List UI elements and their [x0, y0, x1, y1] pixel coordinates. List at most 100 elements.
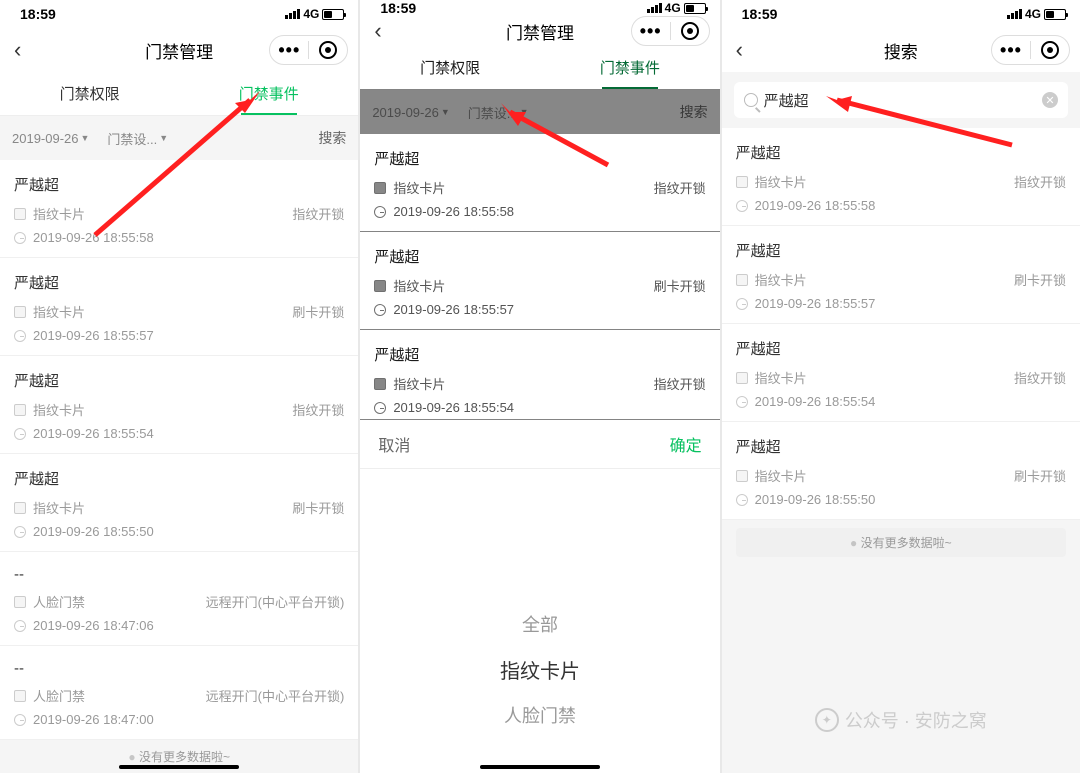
- picker-option-card[interactable]: 指纹卡片: [500, 655, 580, 684]
- event-item[interactable]: 严越超 指纹卡片 刷卡开锁 2019-09-26 18:55:50: [722, 422, 1080, 520]
- picker-sheet: 取消 确定 全部 指纹卡片 人脸门禁: [360, 420, 719, 773]
- picker-wheel[interactable]: 全部 指纹卡片 人脸门禁: [360, 559, 719, 773]
- event-time: 2019-09-26 18:55:54: [393, 400, 514, 415]
- event-method: 指纹开锁: [1014, 172, 1066, 191]
- event-time: 2019-09-26 18:55:57: [33, 328, 154, 343]
- back-button[interactable]: ‹: [10, 37, 25, 63]
- event-list[interactable]: 严越超 指纹卡片 指纹开锁 2019-09-26 18:55:58 严越超 指纹…: [0, 160, 358, 740]
- event-item[interactable]: 严越超 指纹卡片 指纹开锁 2019-09-26 18:55:54: [360, 330, 719, 420]
- picker-option-face[interactable]: 人脸门禁: [504, 702, 576, 728]
- clock-icon: [374, 304, 386, 316]
- event-item[interactable]: 严越超 指纹卡片 刷卡开锁 2019-09-26 18:55:50: [0, 454, 358, 552]
- event-method: 远程开门(中心平台开锁): [206, 592, 345, 611]
- screen-3: 18:59 4G ‹ 搜索 ••• 严越超 ✕ 严越超 指纹卡片: [722, 0, 1080, 773]
- battery-icon: [684, 3, 706, 14]
- clock-icon: [374, 206, 386, 218]
- wechat-icon: ✦: [815, 708, 839, 732]
- filter-device[interactable]: 门禁设...▼: [107, 129, 168, 148]
- event-item[interactable]: 严越超 指纹卡片 刷卡开锁 2019-09-26 18:55:57: [360, 232, 719, 330]
- event-type: 指纹卡片: [33, 302, 85, 321]
- event-time: 2019-09-26 18:55:50: [755, 492, 876, 507]
- filter-search-button[interactable]: 搜索: [318, 128, 346, 148]
- screen-1: 18:59 4G ‹ 门禁管理 ••• 门禁权限 门禁事件 2019-09-26…: [0, 0, 358, 773]
- event-type: 人脸门禁: [33, 686, 85, 705]
- event-time: 2019-09-26 18:47:06: [33, 618, 154, 633]
- event-item[interactable]: 严越超 指纹卡片 指纹开锁 2019-09-26 18:55:58: [722, 128, 1080, 226]
- picker-cancel-button[interactable]: 取消: [378, 432, 410, 456]
- event-method: 刷卡开锁: [292, 302, 344, 321]
- card-icon: [14, 208, 26, 220]
- event-name: 严越超: [14, 370, 344, 391]
- miniprogram-capsule: •••: [269, 35, 348, 65]
- filter-date[interactable]: 2019-09-26▼: [12, 131, 89, 146]
- event-name: 严越超: [14, 272, 344, 293]
- status-time: 18:59: [742, 6, 778, 22]
- search-value: 严越超: [764, 90, 1036, 111]
- clock-icon: [14, 232, 26, 244]
- nav-bar: ‹ 门禁管理 •••: [0, 28, 358, 72]
- clear-button[interactable]: ✕: [1042, 92, 1058, 108]
- home-indicator: [480, 765, 600, 769]
- card-icon: [374, 280, 386, 292]
- event-item[interactable]: 严越超 指纹卡片 指纹开锁 2019-09-26 18:55:54: [0, 356, 358, 454]
- signal-icon: [285, 9, 300, 19]
- event-method: 刷卡开锁: [292, 498, 344, 517]
- close-button[interactable]: [309, 36, 347, 64]
- event-item[interactable]: 严越超 指纹卡片 刷卡开锁 2019-09-26 18:55:57: [0, 258, 358, 356]
- event-name: 严越超: [736, 436, 1066, 457]
- event-name: --: [14, 660, 344, 677]
- filter-date[interactable]: 2019-09-26▼: [372, 105, 449, 120]
- tab-event[interactable]: 门禁事件: [540, 46, 720, 89]
- home-indicator: [119, 765, 239, 769]
- status-bar: 18:59 4G: [0, 0, 358, 28]
- close-button[interactable]: [671, 17, 709, 45]
- picker-confirm-button[interactable]: 确定: [670, 432, 702, 456]
- event-time: 2019-09-26 18:55:54: [755, 394, 876, 409]
- event-item[interactable]: -- 人脸门禁 远程开门(中心平台开锁) 2019-09-26 18:47:00: [0, 646, 358, 740]
- clock-icon: [736, 200, 748, 212]
- back-button[interactable]: ‹: [732, 37, 747, 63]
- card-icon: [14, 404, 26, 416]
- event-method: 指纹开锁: [292, 204, 344, 223]
- nav-bar: ‹ 门禁管理 •••: [360, 16, 719, 46]
- status-right: 4G: [647, 1, 706, 15]
- search-input[interactable]: 严越超 ✕: [734, 82, 1068, 118]
- tab-permission[interactable]: 门禁权限: [360, 46, 540, 89]
- miniprogram-capsule: •••: [991, 35, 1070, 65]
- filter-device[interactable]: 门禁设...▼: [468, 103, 529, 122]
- menu-button[interactable]: •••: [270, 36, 308, 64]
- event-method: 刷卡开锁: [654, 276, 706, 295]
- no-more-label: ● 没有更多数据啦~: [736, 528, 1066, 557]
- clock-icon: [14, 330, 26, 342]
- status-right: 4G: [285, 7, 344, 21]
- clock-icon: [14, 620, 26, 632]
- event-item[interactable]: 严越超 指纹卡片 指纹开锁 2019-09-26 18:55:58: [360, 134, 719, 232]
- network-label: 4G: [665, 1, 681, 15]
- clock-icon: [374, 402, 386, 414]
- event-name: 严越超: [736, 142, 1066, 163]
- search-results[interactable]: 严越超 指纹卡片 指纹开锁 2019-09-26 18:55:58 严越超 指纹…: [722, 128, 1080, 520]
- close-button[interactable]: [1031, 36, 1069, 64]
- event-item[interactable]: 严越超 指纹卡片 刷卡开锁 2019-09-26 18:55:57: [722, 226, 1080, 324]
- back-button[interactable]: ‹: [370, 18, 385, 44]
- signal-icon: [647, 3, 662, 13]
- event-method: 指纹开锁: [654, 374, 706, 393]
- card-icon: [374, 182, 386, 194]
- event-time: 2019-09-26 18:55:58: [755, 198, 876, 213]
- event-item[interactable]: -- 人脸门禁 远程开门(中心平台开锁) 2019-09-26 18:47:06: [0, 552, 358, 646]
- event-item[interactable]: 严越超 指纹卡片 指纹开锁 2019-09-26 18:55:54: [722, 324, 1080, 422]
- event-time: 2019-09-26 18:55:50: [33, 524, 154, 539]
- card-icon: [736, 470, 748, 482]
- event-type: 人脸门禁: [33, 592, 85, 611]
- menu-button[interactable]: •••: [992, 36, 1030, 64]
- event-item[interactable]: 严越超 指纹卡片 指纹开锁 2019-09-26 18:55:58: [0, 160, 358, 258]
- status-bar: 18:59 4G: [360, 0, 719, 16]
- tab-permission[interactable]: 门禁权限: [0, 72, 179, 115]
- card-icon: [736, 274, 748, 286]
- event-method: 远程开门(中心平台开锁): [206, 686, 345, 705]
- tab-event[interactable]: 门禁事件: [179, 72, 358, 115]
- menu-button[interactable]: •••: [632, 17, 670, 45]
- filter-search-button[interactable]: 搜索: [680, 102, 708, 122]
- picker-option-all[interactable]: 全部: [522, 611, 558, 637]
- search-bar: 严越超 ✕: [722, 72, 1080, 128]
